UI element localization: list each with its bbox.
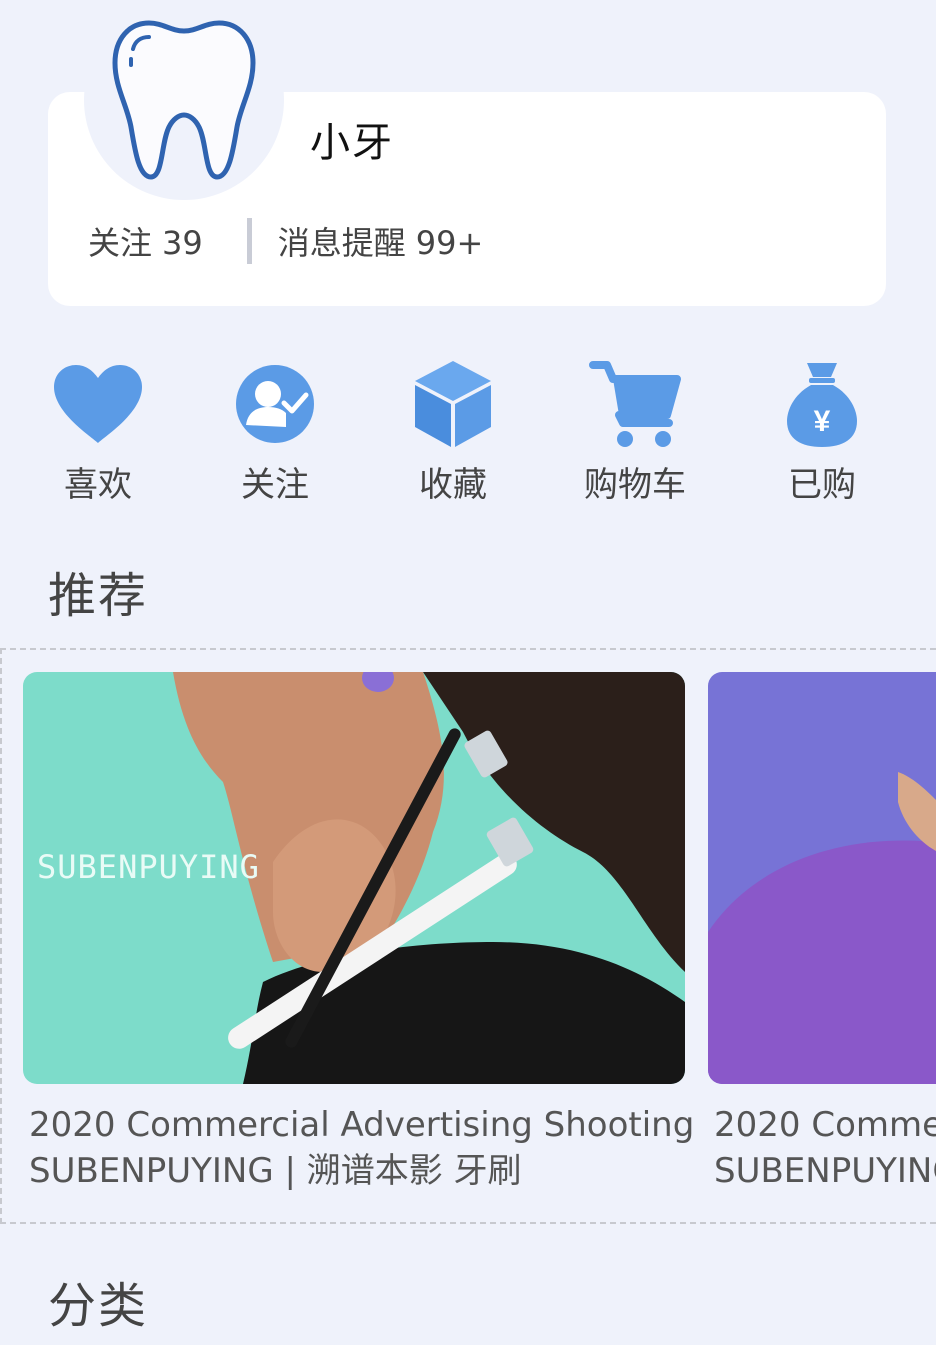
action-cart-label: 购物车	[584, 465, 686, 505]
user-check-icon	[227, 356, 323, 451]
recommend-card[interactable]: SUBENPUYING 2020 Commercial Advertising …	[23, 672, 695, 1194]
username: 小牙	[310, 120, 394, 166]
caption-line-2: SUBENPUYING | 溯谱本影 牙刷	[714, 1151, 936, 1191]
message-label: 消息提醒	[277, 224, 406, 262]
caption-line-2: SUBENPUYING | 溯谱本影 牙刷	[29, 1151, 522, 1191]
quick-actions: 喜欢 关注 收藏 购物车 ¥ 已购	[0, 356, 936, 506]
cart-icon	[587, 356, 683, 451]
product-image: SUBENPUYING	[23, 672, 685, 1084]
recommend-title: 推荐	[48, 568, 149, 624]
card-caption: 2020 Commercial Advertising Shooting SUB…	[23, 1102, 695, 1194]
money-bag-icon: ¥	[774, 356, 870, 451]
heart-icon	[50, 356, 146, 451]
action-favorites-label: 收藏	[419, 465, 487, 505]
cube-icon	[405, 356, 501, 451]
action-follow-label: 关注	[241, 465, 309, 505]
stats-divider	[246, 218, 252, 264]
message-count: 99+	[415, 224, 484, 262]
profile-stats: 关注 39 消息提醒 99+	[88, 216, 483, 266]
action-favorites[interactable]: 收藏	[378, 356, 528, 506]
action-purchased-label: 已购	[788, 465, 856, 505]
category-title: 分类	[48, 1278, 149, 1334]
profile-page: 小牙 关注 39 消息提醒 99+ 喜欢 关注 收藏 购物车 ¥ 已购 推荐 S…	[0, 0, 936, 1345]
follow-label: 关注	[88, 224, 153, 262]
avatar[interactable]	[84, 0, 284, 200]
card-caption: 2020 Commercial Advertising Shooting SUB…	[708, 1102, 936, 1194]
svg-text:¥: ¥	[814, 405, 831, 438]
action-cart[interactable]: 购物车	[560, 356, 710, 506]
action-follow[interactable]: 关注	[200, 356, 350, 506]
tooth-icon	[112, 20, 256, 180]
caption-line-1: 2020 Commercial Advertising Shooting	[714, 1105, 936, 1145]
caption-line-1: 2020 Commercial Advertising Shooting	[29, 1105, 695, 1145]
recommend-card[interactable]: 2020 Commercial Advertising Shooting SUB…	[708, 672, 936, 1194]
image-brand-text: SUBENPUYING	[37, 848, 260, 886]
follow-stat[interactable]: 关注 39	[88, 218, 203, 264]
product-image	[708, 672, 936, 1084]
action-purchased[interactable]: ¥ 已购	[747, 356, 897, 506]
message-stat[interactable]: 消息提醒 99+	[278, 218, 484, 264]
action-like[interactable]: 喜欢	[23, 356, 173, 506]
follow-count: 39	[162, 224, 203, 262]
action-like-label: 喜欢	[64, 465, 132, 505]
recommend-carousel[interactable]: SUBENPUYING 2020 Commercial Advertising …	[0, 648, 936, 1224]
